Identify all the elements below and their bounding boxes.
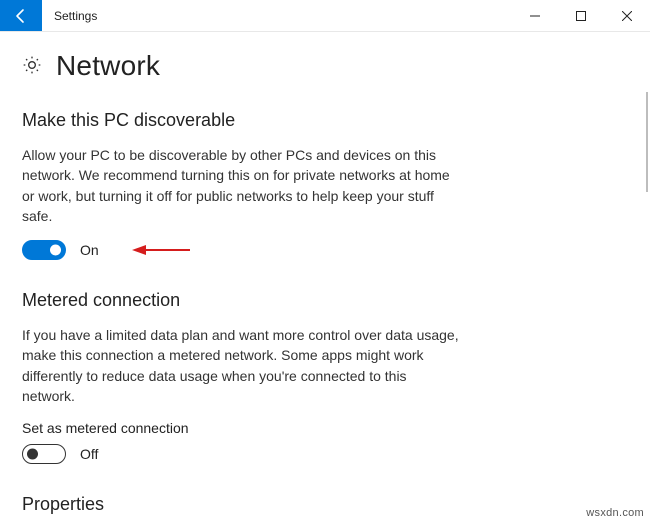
toggle-knob [27, 449, 38, 460]
minimize-icon [530, 11, 540, 21]
maximize-icon [576, 11, 586, 21]
close-icon [622, 11, 632, 21]
window-controls [512, 0, 650, 31]
discoverable-heading: Make this PC discoverable [22, 110, 462, 131]
metered-toggle-row: Off [22, 444, 462, 464]
section-properties: Properties [22, 494, 462, 515]
titlebar: Settings [0, 0, 650, 32]
section-discoverable: Make this PC discoverable Allow your PC … [22, 110, 462, 260]
arrow-left-icon [13, 8, 29, 24]
app-title: Settings [42, 0, 97, 31]
watermark: wsxdn.com [586, 507, 644, 519]
metered-toggle[interactable] [22, 444, 66, 464]
metered-field-label: Set as metered connection [22, 420, 462, 436]
annotation-arrow [132, 242, 192, 258]
minimize-button[interactable] [512, 0, 558, 31]
gear-icon [22, 55, 42, 78]
page-header: Network [22, 50, 628, 82]
discoverable-toggle-label: On [80, 242, 99, 258]
scrollbar[interactable] [646, 92, 648, 192]
metered-description: If you have a limited data plan and want… [22, 325, 462, 406]
close-button[interactable] [604, 0, 650, 31]
properties-heading: Properties [22, 494, 462, 515]
discoverable-description: Allow your PC to be discoverable by othe… [22, 145, 462, 226]
arrow-icon [132, 242, 192, 258]
metered-heading: Metered connection [22, 290, 462, 311]
discoverable-toggle-row: On [22, 240, 462, 260]
discoverable-toggle[interactable] [22, 240, 66, 260]
titlebar-spacer [97, 0, 512, 31]
section-metered: Metered connection If you have a limited… [22, 290, 462, 464]
toggle-knob [50, 245, 61, 256]
maximize-button[interactable] [558, 0, 604, 31]
metered-toggle-label: Off [80, 446, 98, 462]
back-button[interactable] [0, 0, 42, 31]
page-title: Network [56, 50, 160, 82]
content-area: Network Make this PC discoverable Allow … [0, 32, 650, 525]
